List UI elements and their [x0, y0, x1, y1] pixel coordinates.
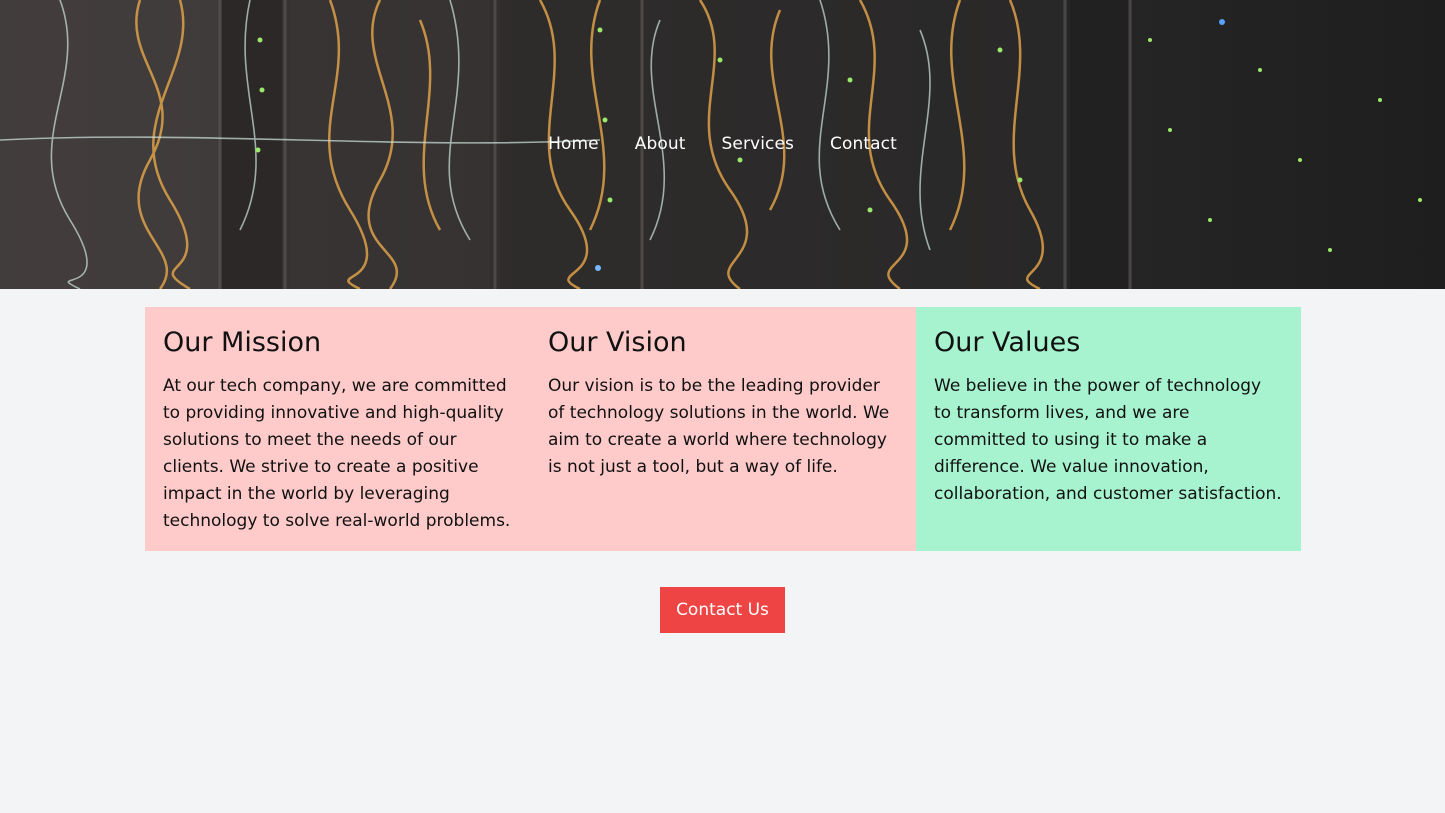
nav-contact-link[interactable]: Contact [830, 134, 897, 154]
values-text: We believe in the power of technology to… [934, 376, 1282, 504]
mission-title: Our Mission [163, 327, 322, 358]
vision-card: Our Vision Our vision is to be the leadi… [530, 307, 916, 551]
info-cards: Our Mission At our tech company, we are … [145, 307, 1301, 551]
values-card: Our Values We believe in the power of te… [916, 307, 1301, 551]
mission-card: Our Mission At our tech company, we are … [145, 307, 530, 551]
values-title: Our Values [934, 327, 1081, 358]
nav-home-link[interactable]: Home [548, 134, 599, 154]
mission-text: At our tech company, we are committed to… [163, 376, 511, 531]
main-nav: Home About Services Contact [0, 134, 1445, 154]
vision-title: Our Vision [548, 327, 687, 358]
nav-services-link[interactable]: Services [722, 134, 795, 154]
nav-about-link[interactable]: About [635, 134, 686, 154]
contact-us-button[interactable]: Contact Us [660, 587, 785, 633]
vision-text: Our vision is to be the leading provider… [548, 376, 890, 477]
hero-banner: Home About Services Contact [0, 0, 1445, 289]
